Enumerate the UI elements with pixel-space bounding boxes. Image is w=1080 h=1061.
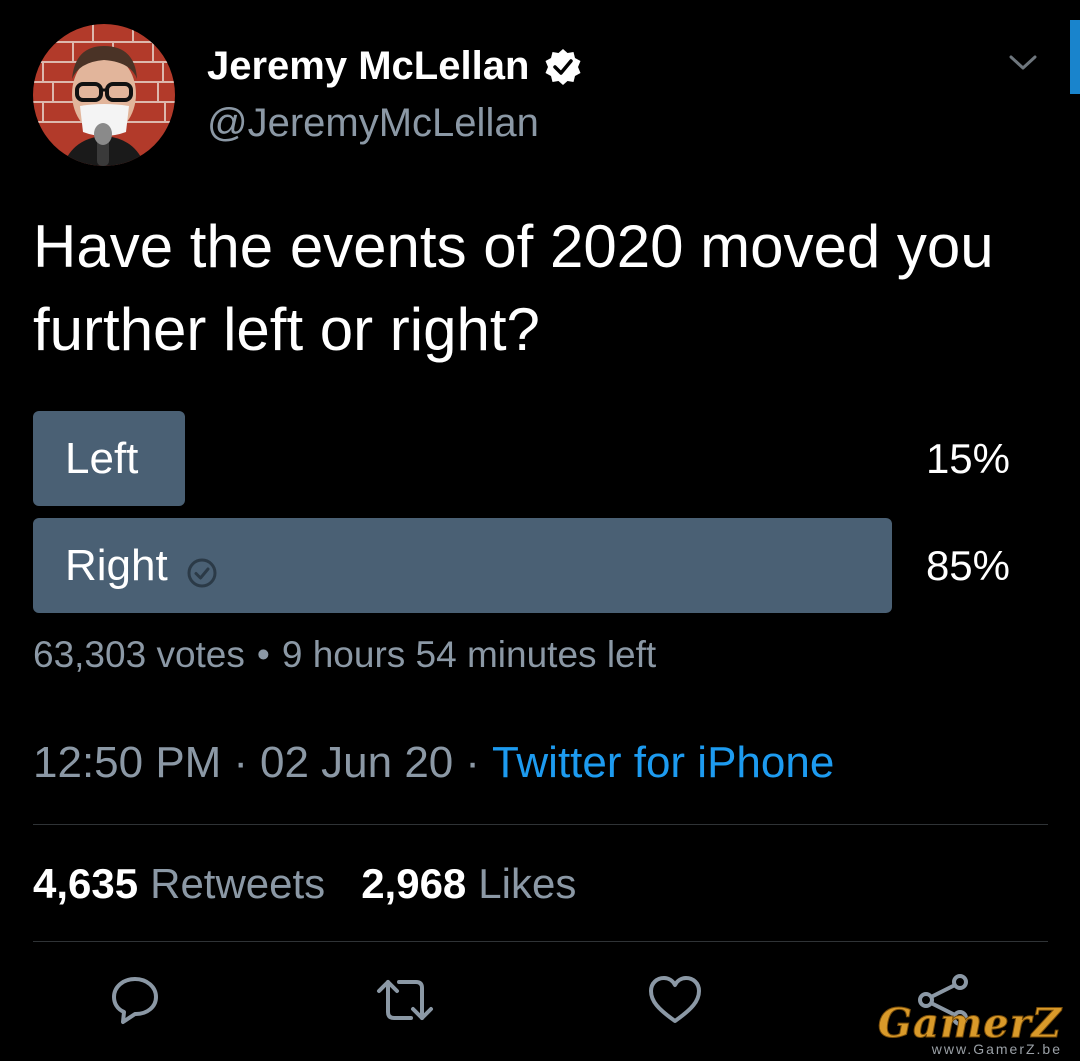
tweet-time: 12:50 PM [33, 738, 222, 787]
avatar[interactable] [33, 24, 175, 166]
retweet-icon[interactable] [375, 970, 435, 1030]
poll-option-percent: 15% [925, 434, 1010, 482]
poll-separator: • [256, 634, 270, 675]
author-info: Jeremy McLellan @JeremyMcLellan [207, 24, 583, 166]
poll-option-label: Right [65, 518, 218, 613]
poll-option-text: Right [65, 540, 168, 590]
user-handle[interactable]: @JeremyMcLellan [207, 101, 583, 146]
poll-option-label: Left [65, 411, 138, 506]
divider [33, 824, 1048, 825]
verified-badge-icon [543, 47, 583, 87]
likes-label: Likes [478, 860, 577, 907]
poll-meta: 63,303 votes • 9 hours 54 minutes left [33, 634, 656, 676]
retweets-count: 4,635 [33, 860, 139, 907]
scroll-indicator [1070, 20, 1080, 94]
poll-option-text: Left [65, 433, 139, 483]
likes-stat[interactable]: 2,968 Likes [361, 860, 576, 908]
likes-count: 2,968 [361, 860, 467, 907]
poll-option-percent: 85% [925, 541, 1010, 589]
poll-option-left: Left 15% [33, 411, 1043, 506]
poll-option-right: Right 85% [33, 518, 1043, 613]
poll-time-left: 9 hours 54 minutes left [281, 634, 657, 675]
meta-separator: · [233, 738, 248, 787]
like-icon[interactable] [645, 970, 705, 1030]
tweet-text: Have the events of 2020 moved you furthe… [33, 213, 994, 363]
retweets-stat[interactable]: 4,635 Retweets [33, 860, 325, 908]
meta-separator: · [465, 738, 480, 787]
display-name[interactable]: Jeremy McLellan [207, 44, 529, 89]
poll-votes: 63,303 votes [33, 634, 245, 675]
name-row: Jeremy McLellan [207, 44, 583, 89]
tweet-header: Jeremy McLellan @JeremyMcLellan [33, 24, 583, 166]
source-link[interactable]: Twitter for iPhone [492, 738, 834, 788]
reply-icon[interactable] [105, 970, 165, 1030]
chevron-down-icon[interactable] [1006, 48, 1040, 78]
watermark-logo: GamerZ [877, 1000, 1062, 1048]
engagement-stats: 4,635 Retweets 2,968 Likes [33, 860, 612, 908]
divider [33, 941, 1048, 942]
watermark: GamerZ www.GamerZ.be [877, 1000, 1062, 1058]
poll: Left 15% Right 85% [33, 411, 1043, 625]
retweets-label: Retweets [150, 860, 326, 907]
check-circle-icon [186, 550, 218, 587]
timestamp-row: 12:50 PM · 02 Jun 20 · Twitter for iPhon… [33, 738, 834, 788]
tweet-date: 02 Jun 20 [260, 738, 454, 787]
